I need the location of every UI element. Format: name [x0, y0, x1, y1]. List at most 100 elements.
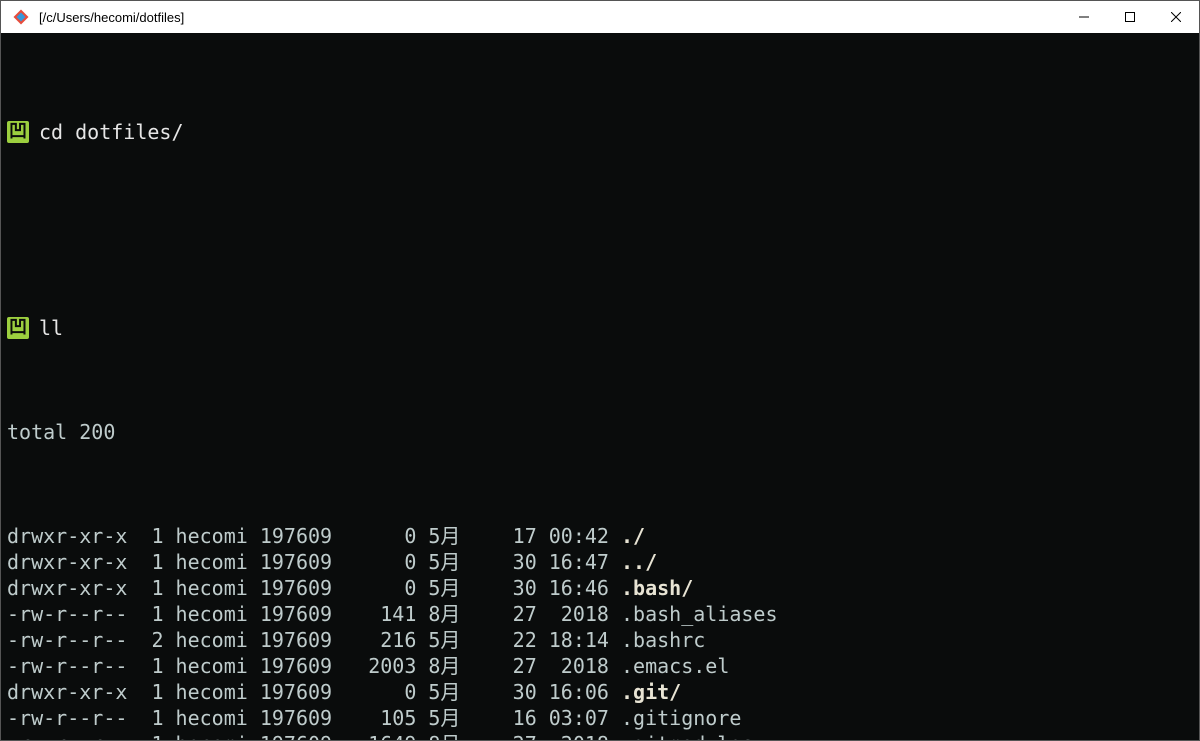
- listing-col: [609, 679, 621, 705]
- listing-col: 2003: [344, 653, 416, 679]
- listing-col: -rw-r--r--: [7, 653, 139, 679]
- listing-col: 16:06: [537, 679, 609, 705]
- listing-col: 1: [139, 523, 163, 549]
- terminal-body[interactable]: 凹 cd dotfiles/ 凹 ll total 200 drwxr-xr-x…: [1, 33, 1199, 740]
- listing-col: [477, 627, 501, 653]
- listing-col: 197609: [260, 705, 344, 731]
- listing-col: drwxr-xr-x: [7, 523, 139, 549]
- listing-col: 2018: [537, 601, 609, 627]
- listing-col: 2: [139, 627, 163, 653]
- maximize-button[interactable]: [1107, 1, 1153, 33]
- listing-col: 2018: [537, 731, 609, 740]
- listing-col: 197609: [260, 549, 344, 575]
- listing-row: drwxr-xr-x 1 hecomi 197609 0 5月 17 00:42…: [7, 523, 1193, 549]
- listing-col: hecomi: [176, 653, 260, 679]
- listing-col: 0: [344, 523, 416, 549]
- listing-col: 8月: [428, 601, 476, 627]
- listing-col: 16:46: [537, 575, 609, 601]
- listing-col: 197609: [260, 575, 344, 601]
- listing-col: 197609: [260, 653, 344, 679]
- file-name: .bash_aliases: [621, 601, 778, 627]
- prompt-line-2: 凹 ll: [7, 315, 1193, 341]
- command-text: ll: [39, 315, 63, 341]
- listing-col: 141: [344, 601, 416, 627]
- file-name: .gitmodules: [621, 731, 753, 740]
- prompt-badge-icon: 凹: [7, 317, 29, 339]
- listing-col: [416, 705, 428, 731]
- listing-col: 0: [344, 679, 416, 705]
- listing-col: 1: [139, 731, 163, 740]
- listing-col: 27: [501, 653, 537, 679]
- app-icon: [7, 3, 35, 31]
- listing-col: 30: [501, 679, 537, 705]
- listing-col: -rw-r--r--: [7, 601, 139, 627]
- listing-col: [164, 627, 176, 653]
- listing-col: 27: [501, 601, 537, 627]
- listing-col: 0: [344, 575, 416, 601]
- listing-col: 00:42: [537, 523, 609, 549]
- command-text: cd dotfiles/: [39, 119, 184, 145]
- listing-row: -rw-r--r-- 1 hecomi 197609 2003 8月 27 20…: [7, 653, 1193, 679]
- listing-col: [416, 731, 428, 740]
- listing-col: -rw-r--r--: [7, 705, 139, 731]
- listing-col: [416, 549, 428, 575]
- listing-col: 16:47: [537, 549, 609, 575]
- listing-col: [477, 549, 501, 575]
- listing-col: 8月: [428, 731, 476, 740]
- minimize-button[interactable]: [1061, 1, 1107, 33]
- listing-col: [609, 523, 621, 549]
- listing-col: [477, 601, 501, 627]
- listing-col: [609, 549, 621, 575]
- listing-col: 197609: [260, 523, 344, 549]
- listing-col: 8月: [428, 653, 476, 679]
- listing-row: -rw-r--r-- 1 hecomi 197609 141 8月 27 201…: [7, 601, 1193, 627]
- listing-col: [477, 705, 501, 731]
- listing-col: [609, 601, 621, 627]
- directory-name: ./: [621, 523, 645, 549]
- listing-col: 5月: [428, 627, 476, 653]
- listing-col: 03:07: [537, 705, 609, 731]
- listing-col: hecomi: [176, 705, 260, 731]
- listing-col: [609, 575, 621, 601]
- titlebar[interactable]: [/c/Users/hecomi/dotfiles]: [1, 1, 1199, 33]
- listing-col: [164, 679, 176, 705]
- listing-col: [477, 575, 501, 601]
- listing-col: 27: [501, 731, 537, 740]
- listing-col: 5月: [428, 523, 476, 549]
- listing-col: drwxr-xr-x: [7, 679, 139, 705]
- listing-col: 5月: [428, 575, 476, 601]
- prompt-badge-icon: 凹: [7, 121, 29, 143]
- listing-col: 22: [501, 627, 537, 653]
- listing-col: [477, 653, 501, 679]
- listing-col: [164, 575, 176, 601]
- listing-col: hecomi: [176, 575, 260, 601]
- directory-name: ../: [621, 549, 657, 575]
- listing-col: [416, 627, 428, 653]
- listing-col: [164, 653, 176, 679]
- listing-col: [609, 705, 621, 731]
- listing-row: -rw-r--r-- 2 hecomi 197609 216 5月 22 18:…: [7, 627, 1193, 653]
- listing-col: [477, 523, 501, 549]
- close-button[interactable]: [1153, 1, 1199, 33]
- listing-col: 16: [501, 705, 537, 731]
- listing-col: 1: [139, 575, 163, 601]
- listing-col: hecomi: [176, 523, 260, 549]
- file-name: .emacs.el: [621, 653, 729, 679]
- listing-col: 30: [501, 549, 537, 575]
- listing-col: hecomi: [176, 549, 260, 575]
- listing-col: 197609: [260, 601, 344, 627]
- listing-col: 216: [344, 627, 416, 653]
- listing-col: [477, 679, 501, 705]
- listing-col: 197609: [260, 627, 344, 653]
- listing-col: hecomi: [176, 627, 260, 653]
- listing-col: [609, 627, 621, 653]
- listing-col: 2018: [537, 653, 609, 679]
- listing-col: [609, 731, 621, 740]
- file-name: .bashrc: [621, 627, 705, 653]
- listing-row: -rw-r--r-- 1 hecomi 197609 1649 8月 27 20…: [7, 731, 1193, 740]
- listing-col: 1649: [344, 731, 416, 740]
- listing-col: [164, 731, 176, 740]
- listing-col: -rw-r--r--: [7, 627, 139, 653]
- listing-col: hecomi: [176, 731, 260, 740]
- listing-col: [477, 731, 501, 740]
